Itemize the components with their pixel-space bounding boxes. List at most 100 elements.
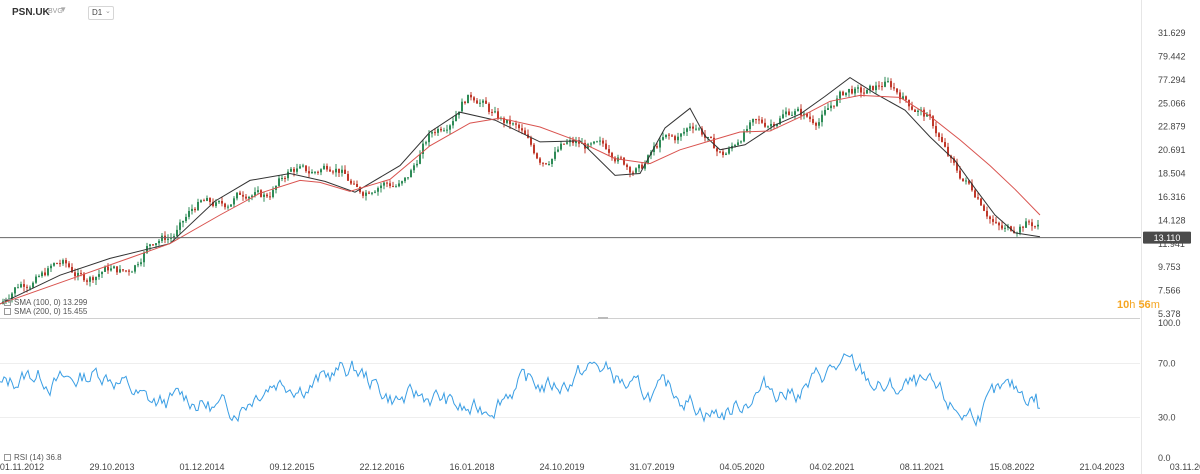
candle-body [194,208,196,211]
candle-body [443,130,445,132]
candle-body [482,100,484,103]
candle-body [746,128,748,132]
legend-rsi[interactable]: RSI (14) 36.8 [4,453,62,462]
candle-body [884,81,886,87]
candle-body [839,91,841,99]
rsi-tick-label: 0.0 [1158,453,1171,463]
candle-body [155,243,157,246]
candle-body [494,111,496,113]
date-tick-label: 16.01.2018 [449,462,494,472]
candle-body [1001,225,1003,229]
candle-body [737,142,739,146]
candle-countdown: 10h 56m [1117,299,1160,311]
candle-body [818,122,820,126]
indicator-settings-icon[interactable] [4,299,11,307]
candle-body [50,265,52,269]
candle-body [674,136,676,141]
rsi-axis: 100.0 70.0 30.0 0.0 [1158,318,1181,463]
candle-body [74,272,76,277]
candle-body [20,284,22,288]
legend-sma-slow[interactable]: SMA (200, 0) 15.455 [4,307,87,316]
pane-resize-handle[interactable] [598,317,608,319]
candle-body [224,203,226,208]
candle-body [977,197,979,199]
candle-body [326,165,328,170]
date-tick-label: 08.11.2021 [900,462,944,472]
candle-body [329,169,331,172]
date-axis: 01.11.2012 29.10.2013 01.12.2014 09.12.2015… [0,462,1200,472]
candle-body [143,252,145,263]
candle-body [203,200,205,202]
candle-body [320,169,322,173]
candle-body [107,266,109,271]
chart-canvas[interactable]: 31.629 79.442 77.294 25.066 22.879 20.691 18.5… [0,0,1200,474]
candle-body [284,177,286,179]
candle-body [56,263,58,265]
candle-body [464,101,466,104]
date-tick-label: 21.04.2023 [1079,462,1124,472]
timer-hours: 10 [1117,299,1130,311]
candle-body [656,146,658,148]
candle-body [761,119,763,123]
rsi-gridlines [0,363,1140,418]
candle-body [68,263,70,267]
candle-body [425,142,427,144]
date-tick-label: 31.07.2019 [629,462,674,472]
candle-body [461,101,463,112]
candle-body [536,153,538,159]
candle-body [770,123,772,127]
candle-body [881,86,883,88]
candle-body [788,111,790,115]
symbol-dropdown-icon[interactable]: ▾ [61,4,66,15]
candle-body [122,269,124,271]
candle-body [866,89,868,94]
candle-body [1031,222,1033,227]
candle-body [479,102,481,104]
indicator-settings-icon[interactable] [4,454,11,462]
legend-sma-fast-label: SMA (100, 0) 13.299 [14,298,88,307]
candle-body [1004,227,1006,229]
candle-body [875,85,877,91]
candle-body [182,220,184,223]
candle-body [125,270,127,272]
price-tick-label: 20.691 [1158,145,1186,155]
candle-body [95,276,97,281]
candle-body [1019,226,1021,233]
candle-body [485,100,487,104]
price-tick-label: 25.066 [1158,98,1186,108]
symbol-label[interactable]: PSN.UK [12,7,50,18]
candle-body [473,97,475,101]
candle-body [833,105,835,107]
candle-body [695,128,697,130]
candle-body [512,123,514,125]
candle-body [863,92,865,94]
price-tick-label: 31.629 [1158,28,1186,38]
legend-sma-fast[interactable]: SMA (100, 0) 13.299 [4,298,87,307]
candle-body [725,153,727,155]
candle-body [347,173,349,181]
candle-body [467,94,469,104]
candle-body [62,260,64,264]
date-tick-label: 29.10.2013 [89,462,134,472]
candle-body [872,85,874,91]
sma-line-sma_fast [0,76,1041,305]
current-price-tag-label: 13.110 [1154,233,1181,243]
candle-body [938,133,940,138]
candle-body [437,128,439,133]
candle-body [983,205,985,211]
timeframe-selector[interactable]: D1 ⌄ [88,6,114,20]
candle-body [245,196,247,199]
indicator-settings-icon[interactable] [4,308,11,316]
candle-body [323,165,325,170]
candle-body [668,134,670,136]
legend-sma-slow-label: SMA (200, 0) 15.455 [14,307,88,316]
candle-body [389,183,391,187]
candle-body [626,164,628,168]
candle-body [905,96,907,100]
candle-body [815,122,817,126]
candle-body [665,134,667,138]
candle-body [965,180,967,182]
candle-body [755,119,757,121]
rsi-tick-label: 100.0 [1158,318,1181,328]
candle-body [563,143,565,145]
